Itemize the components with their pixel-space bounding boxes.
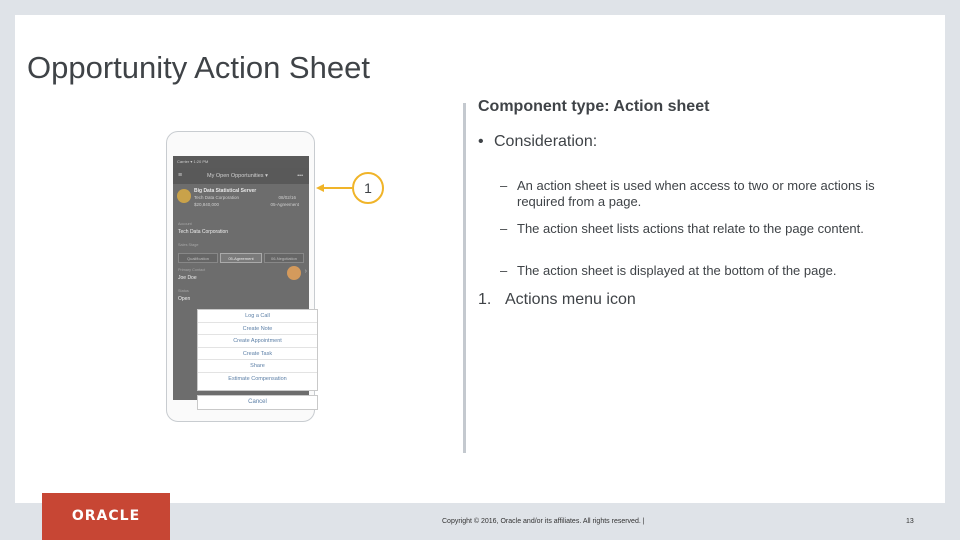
bullet-icon: • (478, 133, 484, 150)
dash-icon: – (500, 263, 508, 278)
dash-icon: – (500, 221, 508, 236)
opportunity-company: Tech Data Corporation (194, 195, 240, 200)
actions-menu-icon[interactable]: ••• (297, 168, 303, 184)
account-value: Tech Data Corporation (178, 229, 229, 235)
consideration-text: Consideration: (494, 133, 598, 150)
account-label: Account (178, 222, 192, 226)
callout-arrow-icon (316, 184, 324, 192)
numbered-text: Actions menu icon (505, 291, 636, 308)
app-bar-title[interactable]: My Open Opportunities ▾ (207, 168, 268, 184)
action-create-note[interactable]: Create Note (198, 323, 317, 336)
contact-value: Joe Doe (178, 275, 197, 281)
opportunity-badge-icon (177, 189, 191, 203)
opportunity-card[interactable]: Big Data Statistical Server Tech Data Co… (176, 186, 304, 210)
oracle-logo: ORACLE (42, 493, 170, 540)
stage-item[interactable]: 06-Negotiation (264, 253, 304, 263)
numbered-item: 1. Actions menu icon (478, 291, 636, 309)
status-bar: Carrier ▾ 1:20 PM (173, 156, 309, 168)
chevron-down-icon: ▾ (265, 173, 268, 179)
sub-bullet: – The action sheet is displayed at the b… (500, 263, 880, 279)
sales-stage-label: Sales Stage (178, 243, 199, 247)
slide-title: Opportunity Action Sheet (27, 50, 370, 85)
opportunity-name: Big Data Statistical Server (194, 188, 257, 194)
action-log-call[interactable]: Log a Call (198, 310, 317, 323)
callout-number: 1 (352, 172, 384, 204)
slide-canvas (15, 15, 945, 503)
divider (463, 103, 466, 453)
action-create-task[interactable]: Create Task (198, 348, 317, 361)
action-estimate-compensation[interactable]: Estimate Compensation (198, 373, 317, 386)
sales-stage-bar: Qualification 05-Agreement 06-Negotiatio… (178, 253, 304, 264)
copyright-text: Copyright © 2016, Oracle and/or its affi… (442, 518, 645, 525)
page-number: 13 (906, 518, 914, 525)
stage-item[interactable]: 05-Agreement (220, 253, 262, 263)
sub-bullet-text: An action sheet is used when access to t… (517, 178, 875, 209)
sub-bullet: – The action sheet lists actions that re… (500, 221, 880, 237)
action-sheet: Log a Call Create Note Create Appointmen… (197, 309, 318, 391)
description-column: Component type: Action sheet • Considerat… (478, 98, 918, 308)
chevron-right-icon[interactable]: › (305, 268, 307, 275)
sub-bullet: – An action sheet is used when access to… (500, 178, 880, 210)
sub-bullet-text: The action sheet is displayed at the bot… (517, 263, 837, 278)
app-bar: ≡ My Open Opportunities ▾ ••• (173, 168, 309, 184)
contact-label: Primary Contact (178, 268, 206, 272)
opportunity-amount: $20,840,000 (194, 202, 220, 207)
action-share[interactable]: Share (198, 360, 317, 373)
consideration-heading: • Consideration: (478, 133, 597, 151)
dash-icon: – (500, 178, 508, 193)
opportunity-stage: 05-Agreement (270, 202, 299, 207)
hamburger-menu-icon[interactable]: ≡ (178, 168, 182, 184)
stage-item[interactable]: Qualification (178, 253, 218, 263)
status-value: Open (178, 296, 191, 302)
cancel-button[interactable]: Cancel (197, 395, 318, 410)
opportunity-date: 08/02/16 (278, 195, 296, 200)
component-type-heading: Component type: Action sheet (478, 98, 710, 115)
numbered-index: 1. (478, 291, 492, 308)
status-label: Status (178, 289, 189, 293)
sub-bullet-text: The action sheet lists actions that rela… (517, 221, 864, 236)
callout-arrow-line (324, 187, 352, 189)
avatar[interactable] (287, 266, 301, 280)
action-create-appointment[interactable]: Create Appointment (198, 335, 317, 348)
